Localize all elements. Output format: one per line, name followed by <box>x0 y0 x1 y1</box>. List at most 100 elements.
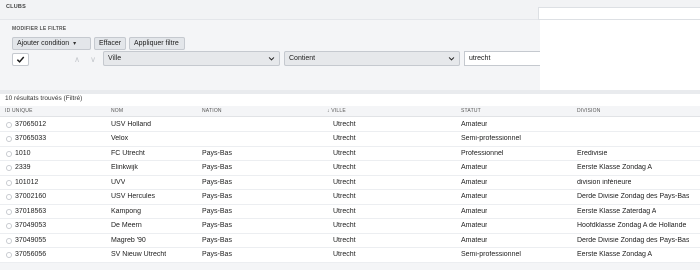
cell-name: Magreb '90 <box>111 236 146 244</box>
row-select-icon[interactable] <box>6 165 12 171</box>
table-header: ID UNIQUE NOM NATION ↓ VILLE STATUT DIVI… <box>0 106 700 117</box>
row-select-icon[interactable] <box>6 121 12 128</box>
column-header-city[interactable]: ↓ VILLE <box>327 108 346 114</box>
condition-operator-select[interactable]: Contient <box>284 51 460 66</box>
cell-name: SV Nieuw Utrecht <box>111 251 167 258</box>
condition-value-text: utrecht <box>469 55 491 62</box>
cell-nation: Pays-Bas <box>202 149 232 157</box>
table-row[interactable]: 37056056 SV Nieuw Utrecht Pays-Bas Utrec… <box>0 248 700 263</box>
cell-id: 37018563 <box>15 207 47 215</box>
cell-division: division inférieure <box>577 178 632 186</box>
cell-division: Eerste Klasse Zaterdag A <box>577 207 657 215</box>
cell-status: Amateur <box>461 236 488 244</box>
cell-nation: Pays-Bas <box>202 251 232 258</box>
apply-filter-button[interactable]: Appliquer filtre <box>129 37 185 50</box>
cell-id: 101012 <box>15 178 39 186</box>
cell-nation: Pays-Bas <box>202 178 232 186</box>
condition-field-select[interactable]: Ville <box>103 51 280 66</box>
column-header-division[interactable]: DIVISION <box>577 108 601 114</box>
table-row[interactable]: 2339 Elinkwijk Pays-Bas Utrecht Amateur … <box>0 161 700 176</box>
row-select-icon[interactable] <box>6 136 12 142</box>
cell-id: 37065012 <box>15 120 47 128</box>
chevron-down-icon <box>268 57 275 61</box>
cell-id: 37049055 <box>15 236 47 244</box>
cell-city: Utrecht <box>333 207 356 215</box>
cell-nation: Pays-Bas <box>202 236 232 244</box>
cell-id: 37065033 <box>15 135 47 142</box>
table-row[interactable]: 37049053 De Meern Pays-Bas Utrecht Amate… <box>0 219 700 234</box>
cell-city: Utrecht <box>333 120 356 128</box>
cell-city: Utrecht <box>333 222 356 229</box>
top-bar: CLUBS <box>0 0 700 20</box>
table-row[interactable]: 37018563 Kampong Pays-Bas Utrecht Amateu… <box>0 205 700 219</box>
add-condition-button[interactable]: Ajouter condition ▾ <box>12 37 91 50</box>
cell-status: Amateur <box>461 222 488 229</box>
cell-nation: Pays-Bas <box>202 164 232 171</box>
cell-id: 2339 <box>15 164 31 171</box>
cell-city: Utrecht <box>333 135 356 142</box>
filter-panel: MODIFIER LE FILTRE Ajouter condition ▾ E… <box>0 20 540 90</box>
cell-name: UVV <box>111 178 126 186</box>
top-right-field[interactable] <box>538 7 700 20</box>
condition-operator-value: Contient <box>289 55 316 62</box>
cell-status: Semi-professionnel <box>461 135 521 142</box>
filter-panel-label: MODIFIER LE FILTRE <box>12 26 67 32</box>
row-select-icon[interactable] <box>6 150 12 157</box>
column-header-name[interactable]: NOM <box>111 108 123 114</box>
table-row[interactable]: 37065012 USV Holland Utrecht Amateur <box>0 118 700 132</box>
cell-status: Amateur <box>461 207 488 215</box>
condition-field-value: Ville <box>108 55 122 62</box>
cell-division: Derde Divisie Zondag des Pays-Bas <box>577 236 690 244</box>
table-footer <box>0 263 700 270</box>
cell-name: FC Utrecht <box>111 149 145 157</box>
cell-status: Professionnel <box>461 149 504 157</box>
cell-city: Utrecht <box>333 236 356 244</box>
condition-value-input[interactable]: utrecht <box>464 51 540 66</box>
table-row[interactable]: 37049055 Magreb '90 Pays-Bas Utrecht Ama… <box>0 234 700 248</box>
row-select-icon[interactable] <box>6 194 12 200</box>
cell-status: Amateur <box>461 178 488 186</box>
cell-name: USV Hercules <box>111 193 155 200</box>
cell-status: Semi-professionnel <box>461 251 521 258</box>
cell-division: Hoofdklasse Zondag A de Hollande <box>577 222 687 229</box>
cell-id: 37056056 <box>15 251 47 258</box>
cell-name: De Meern <box>111 222 142 229</box>
row-select-icon[interactable] <box>6 252 12 258</box>
cell-id: 1010 <box>15 149 31 157</box>
column-header-nation[interactable]: NATION <box>202 108 222 114</box>
move-down-icon[interactable]: ∨ <box>87 53 99 65</box>
cell-name: Elinkwijk <box>111 164 138 171</box>
cell-city: Utrecht <box>333 149 356 157</box>
move-up-icon[interactable]: ∧ <box>71 53 83 65</box>
table-row[interactable]: 37002160 USV Hercules Pays-Bas Utrecht A… <box>0 190 700 205</box>
cell-name: Velox <box>111 135 129 142</box>
cell-id: 37049053 <box>15 222 47 229</box>
cell-name: USV Holland <box>111 120 152 128</box>
cell-nation: Pays-Bas <box>202 193 232 200</box>
chevron-down-icon: ▾ <box>73 41 77 47</box>
table-row[interactable]: 1010 FC Utrecht Pays-Bas Utrecht Profess… <box>0 147 700 161</box>
table-row[interactable]: 101012 UVV Pays-Bas Utrecht Amateur divi… <box>0 176 700 190</box>
cell-city: Utrecht <box>333 251 356 258</box>
cell-name: Kampong <box>111 207 141 215</box>
clear-button-label: Effacer <box>99 40 122 47</box>
result-count: 10 résultats trouvés (Filtré) <box>5 95 83 102</box>
cell-division: Eredivisie <box>577 149 608 157</box>
row-select-icon[interactable] <box>6 179 12 186</box>
clear-button[interactable]: Effacer <box>94 37 126 50</box>
condition-enabled-checkbox[interactable] <box>12 53 29 66</box>
cell-status: Amateur <box>461 120 488 128</box>
cell-id: 37002160 <box>15 193 47 200</box>
row-select-icon[interactable] <box>6 208 12 215</box>
cell-status: Amateur <box>461 164 488 171</box>
column-header-status[interactable]: STATUT <box>461 108 481 114</box>
row-select-icon[interactable] <box>6 237 12 244</box>
cell-division: Eerste Klasse Zondag A <box>577 164 653 171</box>
checkmark-icon <box>16 56 25 63</box>
table-row[interactable]: 37065033 Velox Utrecht Semi-professionne… <box>0 132 700 147</box>
row-select-icon[interactable] <box>6 223 12 229</box>
cell-city: Utrecht <box>333 164 356 171</box>
column-header-id[interactable]: ID UNIQUE <box>5 108 33 114</box>
apply-filter-label: Appliquer filtre <box>134 40 179 47</box>
cell-division: Eerste Klasse Zondag A <box>577 251 653 258</box>
